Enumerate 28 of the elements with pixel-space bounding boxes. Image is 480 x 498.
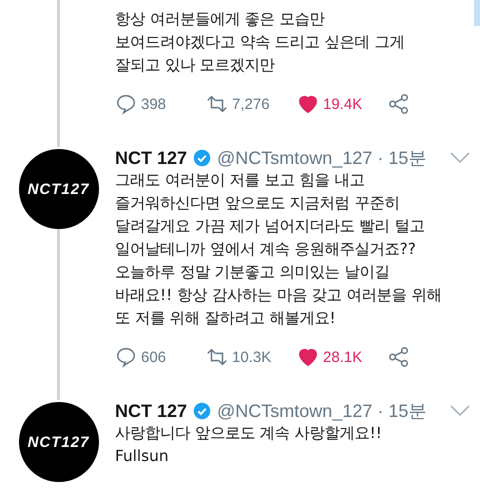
author-handle[interactable]: @NCTsmtown_127 <box>217 400 372 422</box>
retweet-count: 7,276 <box>232 96 270 112</box>
tweet-text: 사랑합니다 앞으로도 계속 사랑할게요!! Fullsun <box>115 423 383 467</box>
avatar[interactable]: NCT127 <box>18 402 98 482</box>
reply-count: 606 <box>141 348 166 366</box>
retweet-icon[interactable] <box>206 346 228 368</box>
retweet-count: 10.3K <box>232 348 272 366</box>
heart-icon[interactable] <box>297 346 319 368</box>
share-icon[interactable] <box>388 93 410 115</box>
retweet-icon[interactable] <box>206 93 228 115</box>
author-handle[interactable]: @NCTsmtown_127 <box>217 148 372 168</box>
tweet-time: · 15분 <box>377 147 426 170</box>
avatar[interactable]: NCT127 <box>18 149 98 229</box>
like-count: 28.1K <box>323 348 362 366</box>
author-name[interactable]: NCT 127 <box>115 148 188 168</box>
tweet-text: 항상 여러분들에게 좋은 모습만 보여드려야겠다고 약속 드리고 싶은데 그게 잘되고 있나 모르겠지만 <box>115 9 406 76</box>
share-icon[interactable] <box>388 346 410 368</box>
reply-icon[interactable] <box>115 93 137 115</box>
author-name[interactable]: NCT 127 <box>115 400 188 422</box>
tweet-text: 그래도 여러분이 저를 보고 힘을 내고 즐거워하신다면 앞으로도 지금처럼 꾸준히 달려갈게요 가끔 제가 넘어지더라도 빨리 털고 일어날테니까 옆에서 계속 응원해주실거죠?? 오늘하루 정말 기분좋고 의미있는 날이길 바래요!! 항상 감사하는 마음 갖고 여러분을 위해 또 저를 위해 잘하려고 해볼게요! <box>115 170 442 329</box>
heart-icon[interactable] <box>297 93 319 115</box>
avatar-logo: NCT127 <box>28 434 90 450</box>
tweet-time: · 15분 <box>377 400 426 423</box>
avatar-logo: NCT127 <box>28 180 90 198</box>
like-count: 19.4K <box>323 96 362 112</box>
reply-count: 398 <box>141 96 166 112</box>
reply-icon[interactable] <box>115 346 137 368</box>
scroll-indicator <box>474 0 480 26</box>
